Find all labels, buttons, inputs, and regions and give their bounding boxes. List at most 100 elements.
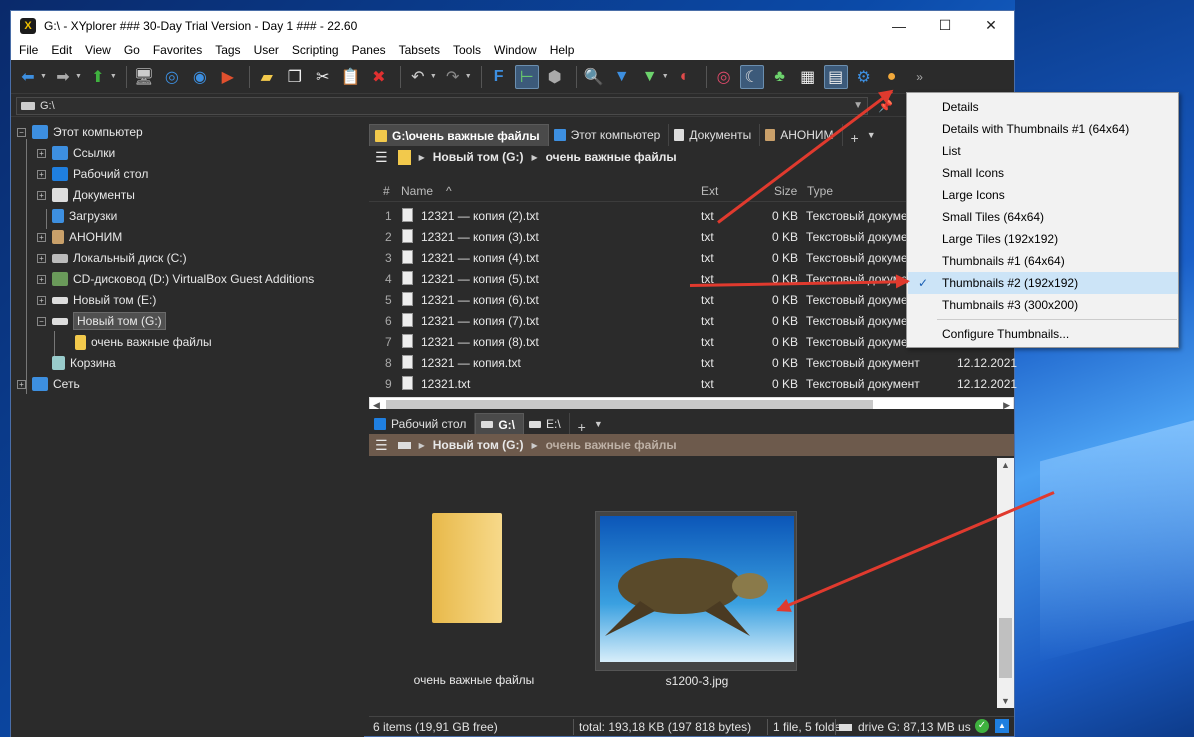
- column-size[interactable]: Size: [774, 184, 797, 198]
- cut-icon[interactable]: ✂: [311, 65, 335, 89]
- menu-item-large-icons[interactable]: Large Icons: [908, 184, 1178, 206]
- tab-e-drive[interactable]: E:\: [524, 413, 570, 435]
- tree-item-important-files[interactable]: очень важные файлы: [75, 332, 212, 352]
- table-row[interactable]: 9 12321.txt txt 0 KB Текстовый документ …: [369, 373, 1017, 394]
- layout-icon[interactable]: ▦: [796, 65, 820, 89]
- address-input[interactable]: G:\ ▼: [16, 96, 868, 115]
- collapse-icon[interactable]: −: [37, 316, 46, 326]
- tree-item-desktop[interactable]: + Рабочий стол: [37, 164, 148, 184]
- menu-tools[interactable]: Tools: [453, 43, 481, 57]
- thumbnail-item-folder[interactable]: очень важные файлы: [399, 503, 549, 693]
- table-row[interactable]: 8 12321 — копия.txt txt 0 KB Текстовый д…: [369, 352, 1017, 373]
- expand-icon[interactable]: +: [37, 295, 46, 305]
- menu-edit[interactable]: Edit: [51, 43, 72, 57]
- menu-go[interactable]: Go: [124, 43, 140, 57]
- delete-icon[interactable]: ✖: [367, 65, 391, 89]
- menu-favorites[interactable]: Favorites: [153, 43, 202, 57]
- tab-menu-chevron-icon[interactable]: ▼: [867, 130, 876, 140]
- menu-item-details[interactable]: Details: [908, 96, 1178, 118]
- column-num[interactable]: #: [383, 184, 390, 198]
- menu-user[interactable]: User: [254, 43, 279, 57]
- back-dropdown-icon[interactable]: ▼: [40, 73, 47, 80]
- tree-item-drive-g[interactable]: − Новый том (G:): [37, 311, 166, 331]
- menu-item-thumbnails-2[interactable]: ✓ Thumbnails #2 (192x192): [908, 272, 1178, 294]
- menu-item-small-tiles[interactable]: Small Tiles (64x64): [908, 206, 1178, 228]
- search-circle-icon[interactable]: ◉: [188, 65, 212, 89]
- weight-icon[interactable]: ⬢: [543, 65, 567, 89]
- menu-tags[interactable]: Tags: [215, 43, 240, 57]
- menu-scripting[interactable]: Scripting: [292, 43, 339, 57]
- breadcrumb-item-drive[interactable]: Новый том (G:): [433, 438, 524, 452]
- menu-icon[interactable]: ☰: [375, 149, 388, 166]
- new-folder-icon[interactable]: ▰: [255, 65, 279, 89]
- views-icon[interactable]: ▤: [823, 64, 848, 89]
- expand-icon[interactable]: +: [37, 169, 46, 179]
- menu-icon[interactable]: ☰: [375, 437, 388, 454]
- tree-item-links[interactable]: + Ссылки: [37, 143, 115, 163]
- menu-tabsets[interactable]: Tabsets: [399, 43, 440, 57]
- toolbar-more-icon[interactable]: »: [908, 65, 932, 89]
- filter-icon[interactable]: ▼: [610, 65, 634, 89]
- expand-icon[interactable]: +: [37, 148, 46, 158]
- undo-icon[interactable]: ↶: [406, 65, 430, 89]
- tab-desktop[interactable]: Рабочий стол: [369, 413, 476, 435]
- menu-window[interactable]: Window: [494, 43, 537, 57]
- column-name[interactable]: Name: [401, 184, 433, 198]
- menu-help[interactable]: Help: [550, 43, 575, 57]
- redo-icon[interactable]: ↷: [441, 65, 465, 89]
- menu-item-large-tiles[interactable]: Large Tiles (192x192): [908, 228, 1178, 250]
- tab-menu-chevron-icon[interactable]: ▼: [594, 419, 603, 429]
- menu-item-thumbnails-1[interactable]: Thumbnails #1 (64x64): [908, 250, 1178, 272]
- menu-view[interactable]: View: [85, 43, 111, 57]
- forward-dropdown-icon[interactable]: ▼: [75, 73, 82, 80]
- up-dropdown-icon[interactable]: ▼: [110, 73, 117, 80]
- maximize-button[interactable]: ☐: [922, 11, 968, 40]
- minimize-button[interactable]: —: [876, 11, 922, 40]
- menu-item-list[interactable]: List: [908, 140, 1178, 162]
- scrollbar-thumb[interactable]: [999, 618, 1012, 678]
- settings-icon[interactable]: ⚙: [852, 65, 876, 89]
- menu-panes[interactable]: Panes: [352, 43, 386, 57]
- menu-item-configure-thumbnails[interactable]: Configure Thumbnails...: [908, 323, 1178, 345]
- tab-important-files[interactable]: G:\очень важные файлы: [369, 124, 549, 146]
- menu-file[interactable]: File: [19, 43, 38, 57]
- tree-icon[interactable]: ⊢: [514, 64, 539, 89]
- circles-icon[interactable]: ●: [880, 65, 904, 89]
- moon-icon[interactable]: ☾: [739, 64, 764, 89]
- chevron-down-icon[interactable]: ▼: [853, 100, 863, 111]
- redo-dropdown-icon[interactable]: ▼: [465, 73, 472, 80]
- spiral-icon[interactable]: ◎: [712, 65, 736, 89]
- tab-this-pc[interactable]: Этот компьютер: [549, 124, 670, 146]
- column-type[interactable]: Type: [807, 184, 833, 198]
- find-files-icon[interactable]: F: [487, 65, 511, 89]
- forward-icon[interactable]: ➡: [51, 65, 75, 89]
- column-ext[interactable]: Ext: [701, 184, 718, 198]
- add-tab-button[interactable]: +: [843, 130, 867, 146]
- go-icon[interactable]: ▶: [216, 65, 240, 89]
- scroll-up-icon[interactable]: ▲: [1001, 460, 1010, 470]
- breadcrumb-item-drive[interactable]: Новый том (G:): [433, 150, 524, 164]
- thumbnail-item-image[interactable]: s1200-3.jpg: [595, 511, 797, 688]
- copy-icon[interactable]: ❐: [283, 65, 307, 89]
- expand-icon[interactable]: +: [37, 232, 46, 242]
- undo-dropdown-icon[interactable]: ▼: [430, 73, 437, 80]
- expand-icon[interactable]: +: [37, 274, 46, 284]
- collapse-icon[interactable]: −: [17, 127, 26, 137]
- breadcrumb-item-folder[interactable]: очень важные файлы: [546, 438, 677, 452]
- color-icon[interactable]: ◐: [673, 65, 697, 89]
- menu-item-small-icons[interactable]: Small Icons: [908, 162, 1178, 184]
- up-icon[interactable]: ⬆: [86, 65, 110, 89]
- vertical-scrollbar[interactable]: ▲ ▼: [997, 458, 1014, 708]
- expand-icon[interactable]: +: [37, 190, 46, 200]
- tree-item-this-pc[interactable]: − Этот компьютер: [17, 122, 143, 142]
- add-tab-button[interactable]: +: [570, 419, 594, 435]
- search-icon[interactable]: 🔍: [582, 65, 606, 89]
- paste-icon[interactable]: 📋: [339, 65, 363, 89]
- visual-filter-icon[interactable]: ▼: [638, 65, 662, 89]
- target-icon[interactable]: ◎: [160, 65, 184, 89]
- computer-icon[interactable]: 🖥: [132, 65, 156, 89]
- tree-item-network[interactable]: + Сеть: [17, 374, 80, 394]
- back-icon[interactable]: ⬅: [16, 65, 40, 89]
- menu-item-details-thumbnails[interactable]: Details with Thumbnails #1 (64x64): [908, 118, 1178, 140]
- expand-icon[interactable]: +: [17, 379, 26, 389]
